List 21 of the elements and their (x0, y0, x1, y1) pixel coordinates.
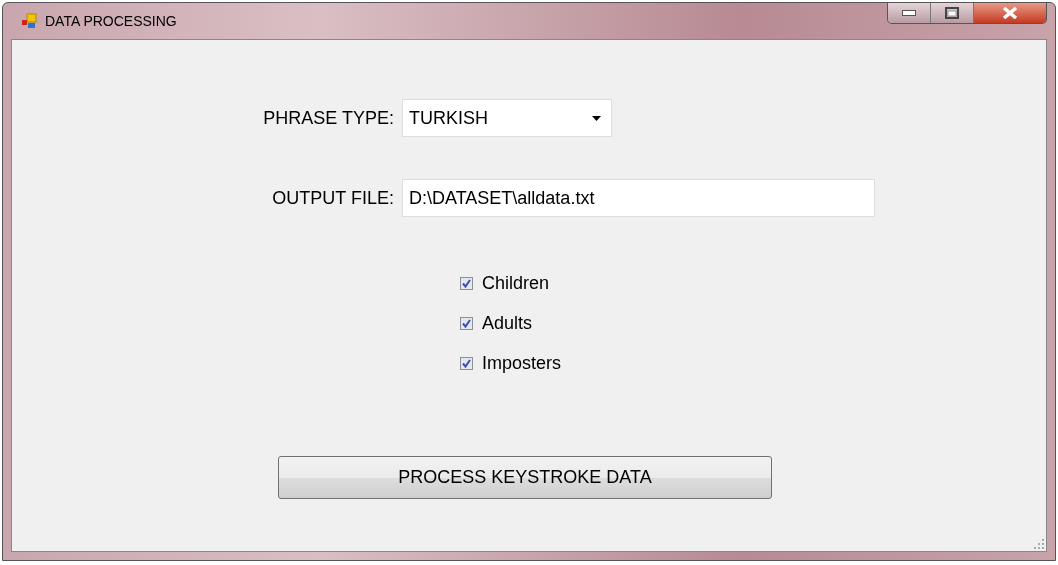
maximize-icon (945, 7, 959, 19)
resize-grip-icon (1034, 539, 1044, 549)
checkbox-label[interactable]: Imposters (482, 352, 562, 374)
field-label: OUTPUT FILE: (271, 187, 395, 209)
checkbox[interactable] (460, 356, 473, 370)
close-button[interactable] (974, 3, 1046, 23)
minimize-button[interactable] (888, 3, 931, 23)
app-icon (21, 13, 37, 29)
checkbox[interactable] (460, 276, 473, 290)
close-icon (1002, 7, 1018, 19)
checkbox-label[interactable]: Children (482, 272, 550, 294)
minimize-icon (902, 10, 916, 16)
field-label: PHRASE TYPE: (262, 107, 395, 129)
checkbox[interactable] (460, 316, 473, 330)
process-button[interactable]: PROCESS KEYSTROKE DATA (278, 456, 772, 499)
window-title: DATA PROCESSING (45, 13, 177, 29)
checkbox-label[interactable]: Adults (482, 312, 533, 334)
output-file-field[interactable]: D:\DATASET\alldata.txt (402, 179, 875, 217)
dropdown-arrow-icon (592, 115, 601, 121)
maximize-button[interactable] (931, 3, 974, 23)
phrase-type-dropdown[interactable]: TURKISH (402, 99, 612, 137)
